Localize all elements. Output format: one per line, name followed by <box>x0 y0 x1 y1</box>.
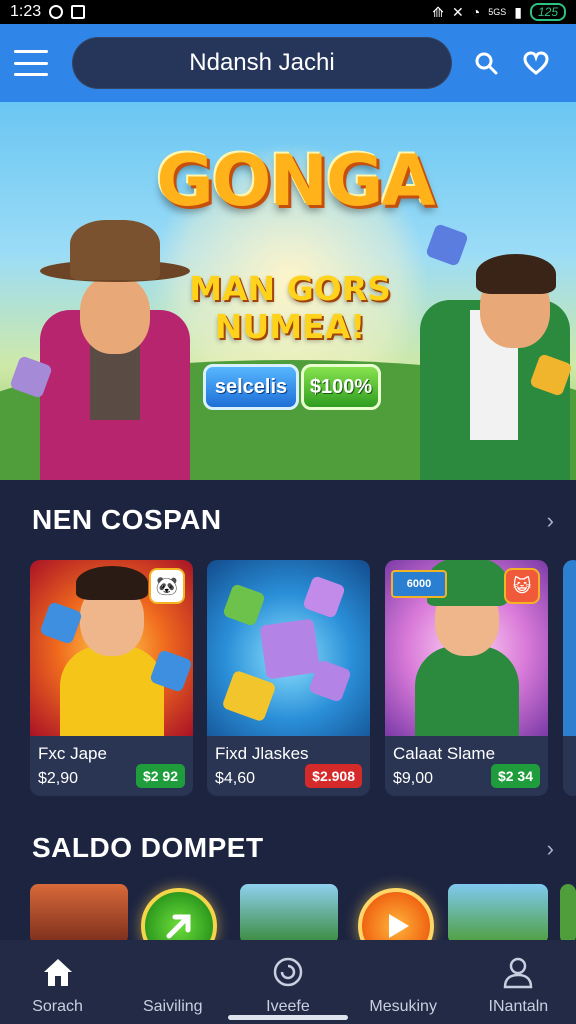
hero-banner[interactable]: GONGA MAN GORS NUMEA! selcelis $100% <box>0 102 576 480</box>
price-tag: $2.908 <box>305 764 362 788</box>
nav-label: Saiviling <box>142 998 203 1015</box>
game-thumbnail-partial[interactable] <box>560 884 576 944</box>
chevron-right-icon[interactable]: › <box>547 836 554 862</box>
game-price: $9,00 <box>393 770 434 787</box>
character-icon: 😺 <box>504 568 540 604</box>
hero-primary-button[interactable]: selcelis <box>203 364 299 410</box>
game-thumbnail[interactable] <box>448 884 548 944</box>
game-art: 🐼 <box>30 560 193 736</box>
image-icon <box>71 5 86 19</box>
chevron-right-icon[interactable]: › <box>547 508 554 534</box>
game-art <box>207 560 370 736</box>
status-bar: 1:23 ⟰ ✕ ◔ 5GS ▮ 125 <box>0 0 576 24</box>
app-header: Ndansh Jachi <box>0 24 576 102</box>
panda-icon: 🐼 <box>149 568 185 604</box>
nav-item-profile[interactable]: INantaln <box>463 954 573 1016</box>
price-tag: $2 34 <box>490 764 540 788</box>
game-card[interactable]: 🐼 Fxc Jape $2,90 $2 92 <box>30 560 193 796</box>
wifi-icon: ◔ <box>471 4 481 20</box>
game-name: Fxc Jape <box>38 744 107 763</box>
menu-icon[interactable] <box>14 50 48 76</box>
hero-character-right <box>410 180 576 480</box>
mute-icon: ✕ <box>452 3 464 20</box>
signal-icon: ▮ <box>514 3 522 20</box>
nav-label: Iveefe <box>266 998 310 1015</box>
nav-label: Mesukiny <box>369 998 437 1015</box>
game-price: $2,90 <box>38 770 79 787</box>
profile-icon <box>504 957 533 989</box>
hero-slogan: MAN GORS NUMEA! <box>189 269 391 346</box>
bottom-nav: Sorach Saiviling Iveefe Mesukiny INantal… <box>0 940 576 1024</box>
home-icon <box>43 959 72 986</box>
game-price: $4,60 <box>215 770 256 787</box>
price-tag: $2 92 <box>135 764 185 788</box>
section-title-new: NEN COSPAN <box>32 504 222 535</box>
game-card-partial[interactable] <box>563 560 576 796</box>
nav-label: INantaln <box>488 998 549 1015</box>
home-indicator[interactable] <box>228 1015 348 1020</box>
game-art: 6000 😺 <box>385 560 548 736</box>
game-logo: GONGA <box>156 140 435 222</box>
game-card[interactable]: Fixd Jlaskes $4,60 $2.908 <box>207 560 370 796</box>
camera-icon <box>49 5 64 19</box>
nav-item-2[interactable]: Saiviling <box>118 954 228 1016</box>
heart-icon[interactable] <box>520 47 552 79</box>
refresh-icon <box>273 957 303 987</box>
header-title[interactable]: Ndansh Jachi <box>72 37 452 89</box>
nav-item-4[interactable]: Mesukiny <box>348 954 458 1016</box>
alarm-icon: ⟰ <box>432 3 445 20</box>
game-name: Fixd Jlaskes <box>215 744 309 763</box>
reward-badge: 6000 <box>391 570 447 598</box>
hero-character-left <box>9 180 200 480</box>
game-name: Calaat Slame <box>393 744 496 763</box>
battery-indicator: 125 <box>529 3 566 21</box>
nav-item-home[interactable]: Sorach <box>3 954 113 1016</box>
game-card[interactable]: 6000 😺 Calaat Slame $9,00 $2 34 <box>385 560 548 796</box>
game-thumbnail[interactable] <box>240 884 338 944</box>
nav-label: Sorach <box>32 998 83 1015</box>
status-time: 1:23 <box>10 3 42 20</box>
search-icon[interactable] <box>470 47 502 79</box>
network-label: 5GS <box>488 7 507 17</box>
section-title-wallet: SALDO DOMPET <box>32 832 264 863</box>
nav-item-3[interactable]: Iveefe <box>233 954 343 1016</box>
game-thumbnail[interactable] <box>30 884 128 944</box>
hero-secondary-button[interactable]: $100% <box>301 364 381 410</box>
